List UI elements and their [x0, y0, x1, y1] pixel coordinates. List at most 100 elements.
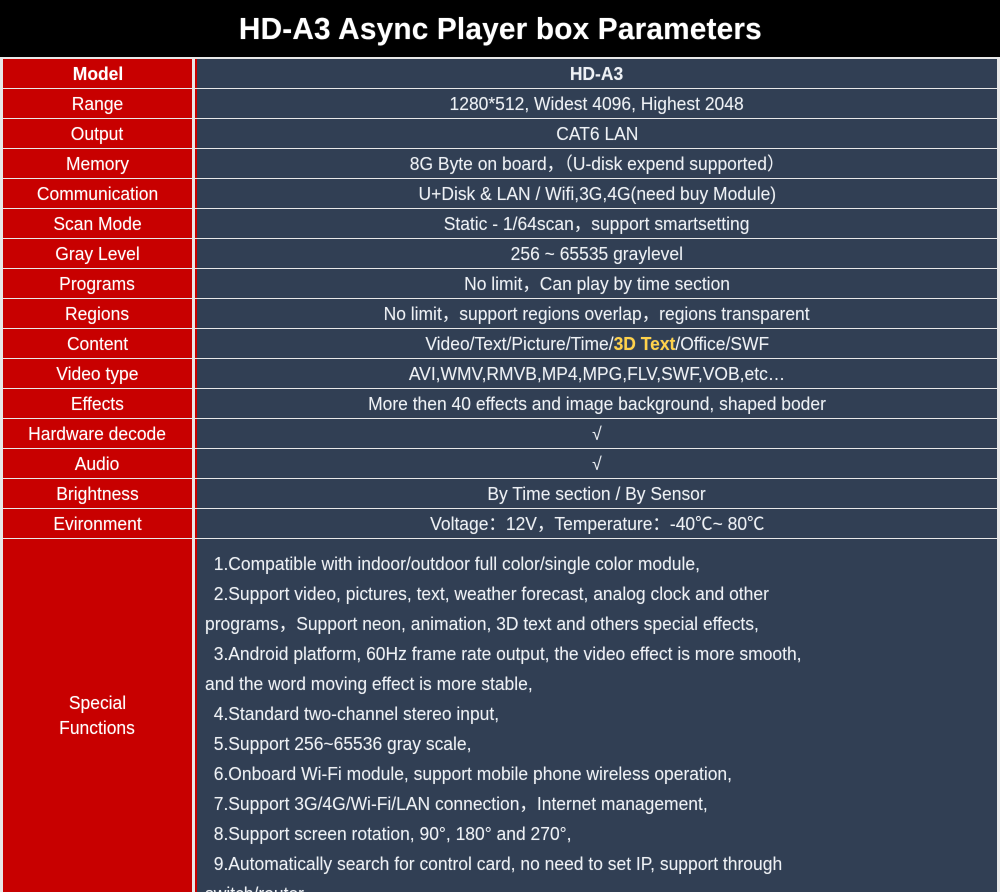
row-label-cell: Effects — [3, 389, 192, 418]
table-row: Evironment Voltage：12V，Temperature：-40℃~ … — [3, 509, 997, 538]
row-label-cell: Model — [3, 59, 192, 88]
parameters-table: Model HD-A3 Range 1280*512, Widest 4096, Hi… — [3, 59, 997, 892]
row-value-cell: Video/Text/Picture/Time/3D Text/Office/S… — [195, 329, 997, 358]
special-function-line: 5.Support 256~65536 gray scale, — [213, 734, 472, 754]
row-label-cell: Regions — [3, 299, 192, 328]
row-value: More then 40 effects and image backgroun… — [368, 393, 826, 414]
table-row: Hardware decode √ — [3, 419, 997, 448]
row-value-cell: CAT6 LAN — [195, 119, 997, 148]
row-label: Range — [71, 93, 124, 114]
table-row: Memory 8G Byte on board，（U-disk expend su… — [3, 149, 997, 178]
row-value-cell: Static - 1/64scan，support smartsetting — [195, 209, 997, 238]
row-value-cell: No limit，support regions overlap，regions… — [195, 299, 997, 328]
row-value: 256 ~ 65535 graylevel — [510, 243, 684, 264]
row-value: By Time section / By Sensor — [487, 483, 707, 504]
row-label: Evironment — [53, 513, 142, 534]
row-label-cell: Content — [3, 329, 192, 358]
table-row: Scan Mode Static - 1/64scan，support smart… — [3, 209, 997, 238]
row-value: √ — [592, 423, 602, 444]
row-value: No limit，Can play by time section — [464, 273, 730, 294]
row-label-cell: Programs — [3, 269, 192, 298]
table-row: Model HD-A3 — [3, 59, 997, 88]
row-label: Output — [71, 123, 124, 144]
special-function-line: 4.Standard two-channel stereo input, — [213, 704, 500, 724]
special-function-line: 6.Onboard Wi-Fi module, support mobile p… — [213, 764, 732, 784]
row-value: 1280*512, Widest 4096, Highest 2048 — [449, 93, 745, 114]
row-label-cell: Gray Level — [3, 239, 192, 268]
row-label: Brightness — [56, 483, 139, 504]
row-value-cell: More then 40 effects and image backgroun… — [195, 389, 997, 418]
row-value-cell: AVI,WMV,RMVB,MP4,MPG,FLV,SWF,VOB,etc… — [195, 359, 997, 388]
row-label: Gray Level — [55, 243, 140, 264]
special-function-line: and the word moving effect is more stabl… — [205, 674, 533, 694]
row-label-cell: Evironment — [3, 509, 192, 538]
row-label: Effects — [70, 393, 125, 414]
row-value-cell: 1280*512, Widest 4096, Highest 2048 — [195, 89, 997, 118]
row-label-cell: Memory — [3, 149, 192, 178]
table-row: Effects More then 40 effects and image ba… — [3, 389, 997, 418]
special-function-line: switch/router. — [205, 879, 973, 892]
row-value-cell: √ — [195, 419, 997, 448]
special-function-line: programs，Support neon, animation, 3D tex… — [205, 614, 759, 634]
parameters-sheet: HD-A3 Async Player box Parameters Model H… — [0, 0, 1000, 892]
content-prefix: Video/Text/Picture/Time/ — [425, 333, 614, 354]
row-label: Regions — [65, 303, 130, 324]
row-label: Hardware decode — [28, 423, 167, 444]
special-function-line: 7.Support 3G/4G/Wi-Fi/LAN connection，Int… — [213, 794, 708, 814]
row-value: U+Disk & LAN / Wifi,3G,4G(need buy Modul… — [418, 183, 776, 204]
special-functions-label-line2: Functions — [59, 717, 136, 738]
row-label-cell: Output — [3, 119, 192, 148]
row-label: Communication — [36, 183, 159, 204]
row-value: Voltage：12V，Temperature：-40℃~ 80℃ — [429, 513, 765, 534]
row-label-cell: Audio — [3, 449, 192, 478]
special-functions-label-cell: Special Functions — [3, 539, 192, 892]
row-label: Programs — [59, 273, 136, 294]
table-row: Programs No limit，Can play by time sectio… — [3, 269, 997, 298]
row-label-cell: Video type — [3, 359, 192, 388]
table-row: Output CAT6 LAN — [3, 119, 997, 148]
row-value: 8G Byte on board，（U-disk expend supporte… — [409, 153, 785, 174]
row-label-cell: Hardware decode — [3, 419, 192, 448]
special-functions-label-line1: Special — [68, 693, 127, 714]
table-row: Communication U+Disk & LAN / Wifi,3G,4G(n… — [3, 179, 997, 208]
row-value-cell: Voltage：12V，Temperature：-40℃~ 80℃ — [195, 509, 997, 538]
row-label: Audio — [75, 453, 120, 474]
table-row: Brightness By Time section / By Sensor — [3, 479, 997, 508]
row-value: No limit，support regions overlap，regions… — [383, 303, 811, 324]
table-row: Range 1280*512, Widest 4096, Highest 2048 — [3, 89, 997, 118]
content-highlight: 3D Text — [613, 333, 676, 354]
row-value: AVI,WMV,RMVB,MP4,MPG,FLV,SWF,VOB,etc… — [408, 363, 786, 384]
special-function-line: 8.Support screen rotation, 90°, 180° and… — [213, 824, 572, 844]
row-value: CAT6 LAN — [555, 123, 639, 144]
table-row: Gray Level 256 ~ 65535 graylevel — [3, 239, 997, 268]
row-value-cell: 8G Byte on board，（U-disk expend supporte… — [195, 149, 997, 178]
row-value: Video/Text/Picture/Time/3D Text/Office/S… — [425, 335, 769, 353]
row-value-cell: No limit，Can play by time section — [195, 269, 997, 298]
special-function-line: 1.Compatible with indoor/outdoor full co… — [213, 554, 700, 574]
row-label-cell: Brightness — [3, 479, 192, 508]
row-label: Scan Mode — [53, 213, 142, 234]
row-value: HD-A3 — [570, 63, 624, 84]
row-label-cell: Scan Mode — [3, 209, 192, 238]
row-value: √ — [592, 453, 602, 474]
special-function-line: 9.Automatically search for control card,… — [213, 854, 783, 874]
row-value-cell: √ — [195, 449, 997, 478]
special-functions-row: Special Functions 1.Compatible with indoor… — [3, 539, 997, 892]
table-row: Video type AVI,WMV,RMVB,MP4,MPG,FLV,SWF,V… — [3, 359, 997, 388]
table-row: Audio √ — [3, 449, 997, 478]
table-row: Regions No limit，support regions overlap，… — [3, 299, 997, 328]
row-label-cell: Communication — [3, 179, 192, 208]
page-title: HD-A3 Async Player box Parameters — [238, 10, 762, 46]
table-row: Content Video/Text/Picture/Time/3D Text/O… — [3, 329, 997, 358]
row-value-cell: By Time section / By Sensor — [195, 479, 997, 508]
special-functions-list: 1.Compatible with indoor/outdoor full co… — [195, 539, 997, 892]
row-label: Model — [72, 63, 123, 84]
row-value-cell: 256 ~ 65535 graylevel — [195, 239, 997, 268]
row-label: Video type — [56, 363, 139, 384]
row-label: Memory — [65, 153, 130, 174]
special-function-line: 3.Android platform, 60Hz frame rate outp… — [213, 644, 802, 664]
row-value-cell: U+Disk & LAN / Wifi,3G,4G(need buy Modul… — [195, 179, 997, 208]
title-banner: HD-A3 Async Player box Parameters — [0, 0, 1000, 57]
row-label-cell: Range — [3, 89, 192, 118]
special-function-line: 2.Support video, pictures, text, weather… — [213, 584, 769, 604]
